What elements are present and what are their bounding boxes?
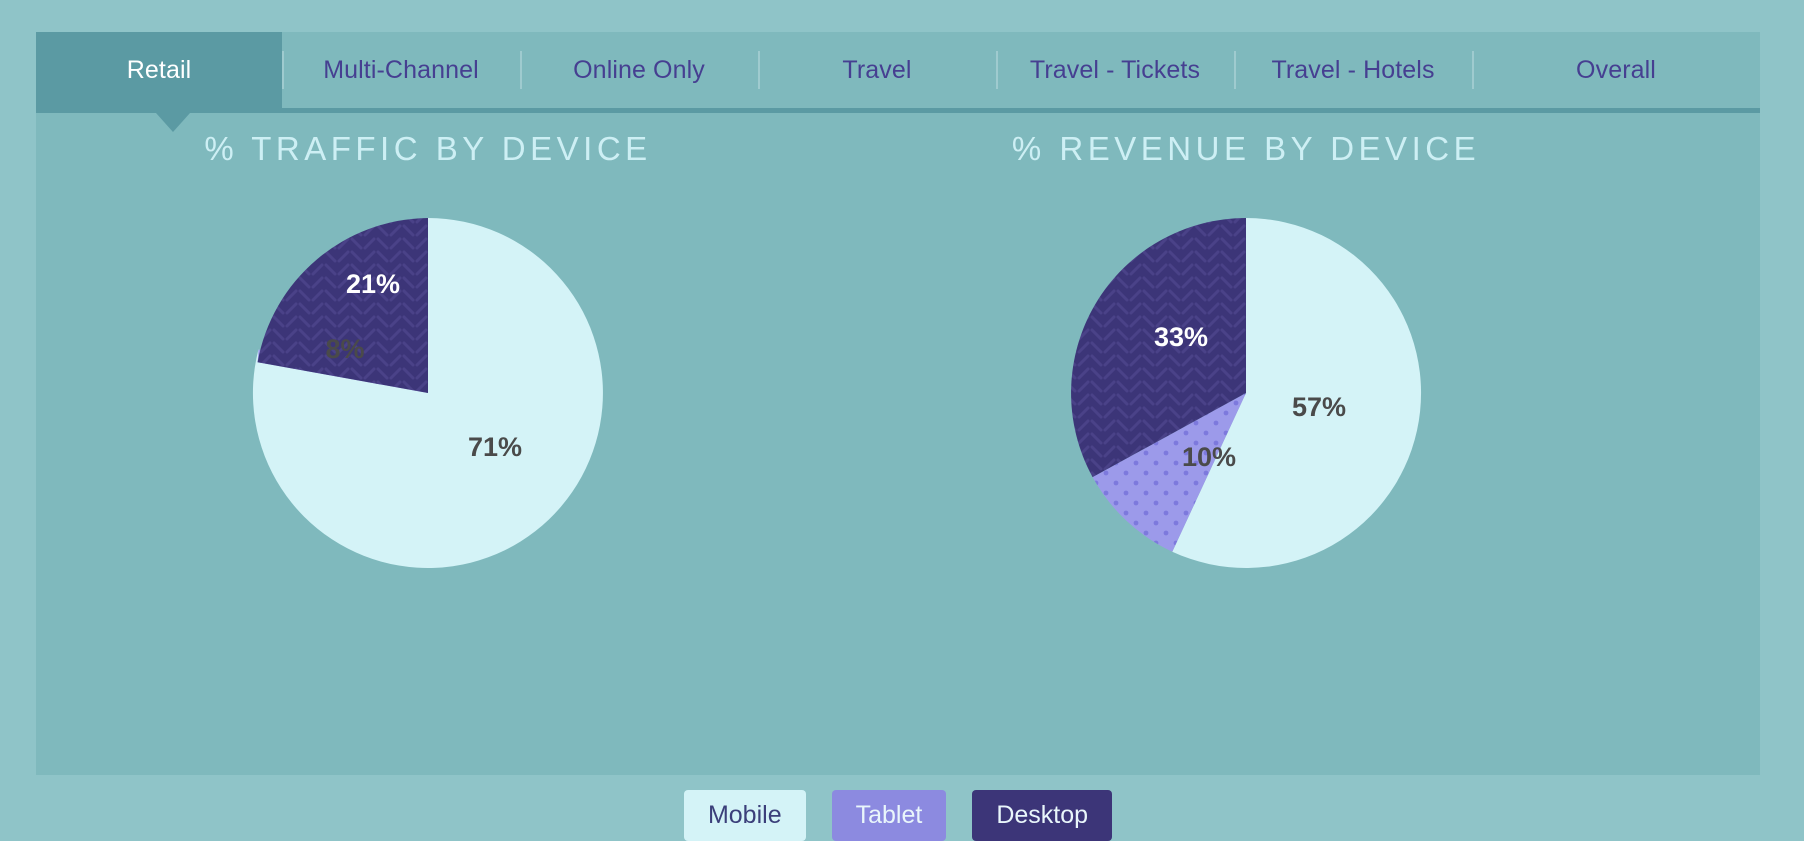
tab-label: Retail [126, 55, 192, 84]
tab-separator [282, 51, 284, 89]
revenue-pie-chart: 57% 10% 33% [1051, 198, 1441, 588]
tab-label: Travel - Hotels [1271, 55, 1435, 84]
tab-label: Overall [1576, 55, 1656, 84]
tab-separator [758, 51, 760, 89]
tab-overall[interactable]: Overall [1472, 32, 1760, 108]
dashboard-root: Retail Multi-Channel Online Only Travel … [0, 0, 1804, 841]
tab-travel[interactable]: Travel [758, 32, 996, 108]
legend-item-desktop[interactable]: Desktop [972, 790, 1113, 841]
tab-label: Travel [842, 55, 912, 84]
pie-label-mobile: 57% [1292, 392, 1346, 422]
legend-item-mobile[interactable]: Mobile [683, 790, 806, 841]
revenue-pie-svg: 57% 10% 33% [1071, 217, 1422, 568]
tab-travel-tickets[interactable]: Travel - Tickets [996, 32, 1234, 108]
pie-label-tablet: 10% [1182, 442, 1236, 472]
traffic-pie-chart: 71% 8% 21% [233, 198, 623, 588]
tab-separator [996, 51, 998, 89]
traffic-chart-title: % TRAFFIC BY DEVICE [204, 130, 652, 167]
tab-label: Online Only [573, 55, 705, 84]
legend-label: Tablet [855, 801, 923, 829]
tab-separator [1472, 51, 1474, 89]
revenue-chart-block: % REVENUE BY DEVICE 57% 10% 33% [896, 118, 1596, 588]
dashboard-panel: Retail Multi-Channel Online Only Travel … [36, 32, 1760, 841]
traffic-chart-block: % TRAFFIC BY DEVICE 71% 8% 21% [78, 118, 778, 588]
revenue-chart-title: % REVENUE BY DEVICE [1011, 130, 1481, 167]
tab-travel-hotels[interactable]: Travel - Hotels [1234, 32, 1472, 108]
legend-label: Mobile [707, 801, 782, 829]
tab-multi-channel[interactable]: Multi-Channel [282, 32, 520, 108]
legend-label: Desktop [996, 801, 1089, 829]
charts-area: % TRAFFIC BY DEVICE 71% 8% 21% % REVENUE… [36, 118, 1760, 841]
pie-label-desktop: 33% [1154, 322, 1208, 352]
pie-label-mobile: 71% [468, 432, 522, 462]
traffic-pie-svg: 71% 8% 21% [252, 218, 603, 568]
pie-label-desktop: 21% [346, 269, 400, 299]
tab-label: Travel - Tickets [1029, 55, 1201, 84]
device-legend: Mobile Tablet Desktop [36, 790, 1760, 841]
tab-separator [520, 51, 522, 89]
legend-item-tablet[interactable]: Tablet [831, 790, 947, 841]
tab-retail[interactable]: Retail [36, 32, 282, 108]
tab-separator [1234, 51, 1236, 89]
pie-label-tablet: 8% [325, 334, 364, 364]
channel-tab-bar: Retail Multi-Channel Online Only Travel … [36, 32, 1760, 113]
pie-slice-desktop[interactable] [257, 218, 428, 393]
tab-label: Multi-Channel [323, 55, 479, 84]
tab-online-only[interactable]: Online Only [520, 32, 758, 108]
